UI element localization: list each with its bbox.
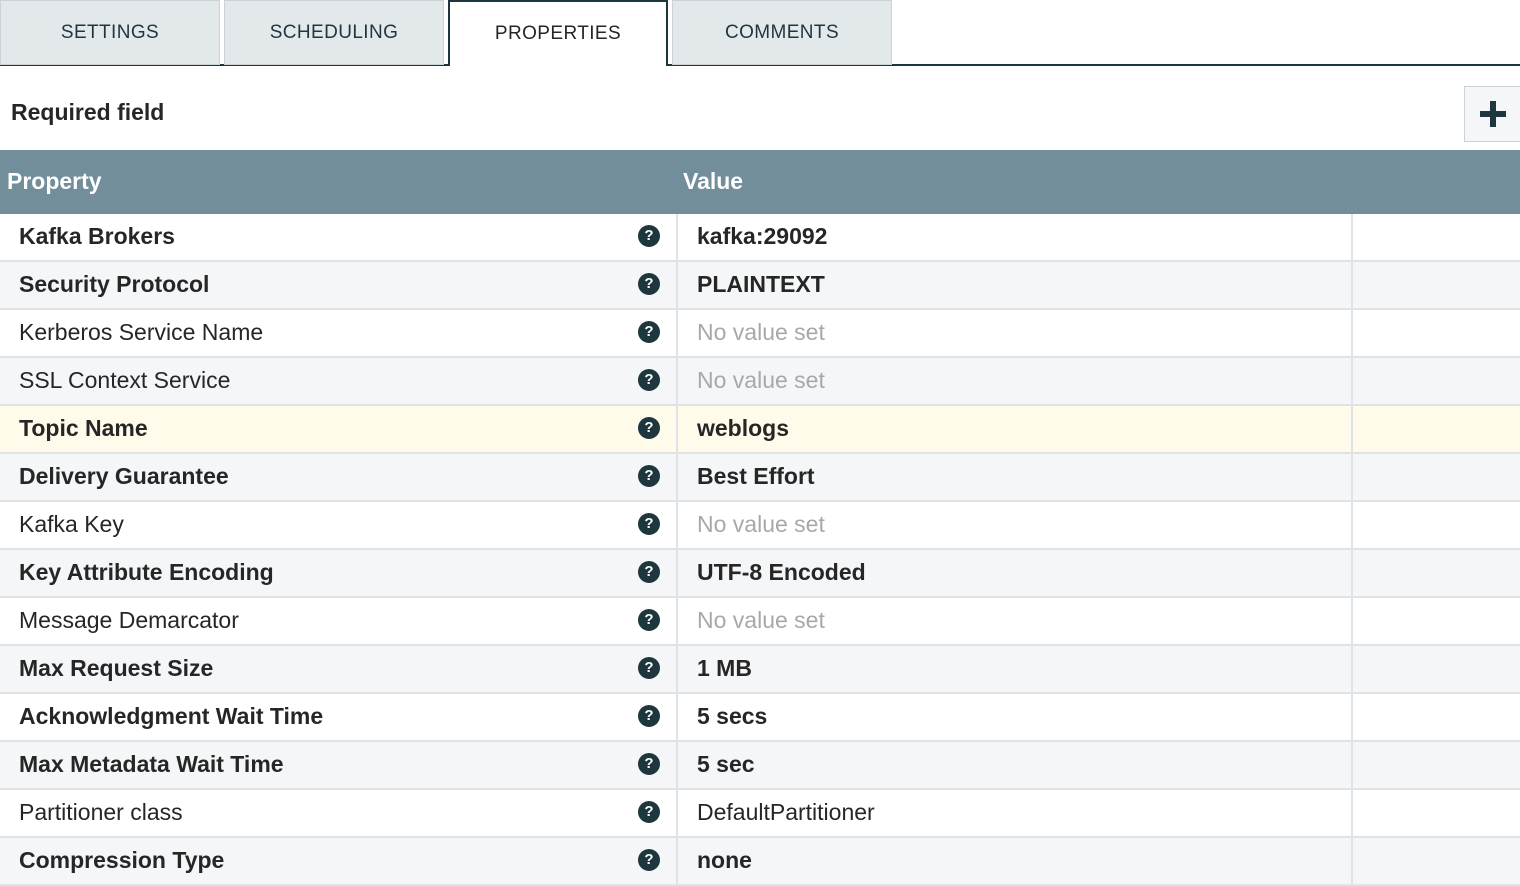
column-header-property: Property — [7, 168, 102, 194]
properties-table-header: Property Value — [0, 150, 1520, 214]
property-value[interactable]: UTF-8 Encoded — [697, 559, 866, 586]
question-circle-icon[interactable]: ? — [638, 417, 660, 439]
table-row[interactable]: Security Protocol? PLAINTEXT — [0, 262, 1520, 310]
property-name: Topic Name — [19, 415, 148, 441]
question-circle-icon[interactable]: ? — [638, 465, 660, 487]
add-property-button[interactable] — [1464, 86, 1520, 142]
column-divider — [676, 358, 678, 406]
column-divider — [676, 694, 678, 742]
column-divider — [676, 214, 678, 262]
table-row[interactable]: Delivery Guarantee? Best Effort — [0, 454, 1520, 502]
property-name: Max Metadata Wait Time — [19, 751, 284, 777]
column-divider — [1351, 310, 1353, 358]
property-name: Delivery Guarantee — [19, 463, 229, 489]
question-circle-icon[interactable]: ? — [638, 705, 660, 727]
column-divider — [1351, 646, 1353, 694]
column-divider — [676, 310, 678, 358]
column-divider — [1351, 454, 1353, 502]
column-divider — [676, 454, 678, 502]
property-value[interactable]: PLAINTEXT — [697, 271, 825, 298]
question-circle-icon[interactable]: ? — [638, 753, 660, 775]
tab-scheduling[interactable]: SCHEDULING — [224, 0, 444, 65]
tab-bar: SETTINGS SCHEDULING PROPERTIES COMMENTS — [0, 0, 1520, 66]
column-divider — [676, 646, 678, 694]
column-divider — [1351, 694, 1353, 742]
table-row[interactable]: Kafka Brokers? kafka:29092 — [0, 214, 1520, 262]
tab-comments[interactable]: COMMENTS — [672, 0, 892, 65]
property-name: SSL Context Service — [19, 367, 231, 393]
property-value[interactable]: DefaultPartitioner — [697, 799, 875, 826]
column-divider — [1351, 262, 1353, 310]
tab-properties[interactable]: PROPERTIES — [448, 0, 668, 66]
column-divider — [676, 598, 678, 646]
column-divider — [1351, 598, 1353, 646]
plus-icon — [1479, 101, 1506, 127]
question-circle-icon[interactable]: ? — [638, 369, 660, 391]
table-row[interactable]: Max Request Size? 1 MB — [0, 646, 1520, 694]
property-value[interactable]: No value set — [697, 319, 825, 346]
column-divider — [676, 790, 678, 838]
column-divider — [676, 838, 678, 886]
property-name: Kerberos Service Name — [19, 319, 264, 345]
table-row[interactable]: Message Demarcator? No value set — [0, 598, 1520, 646]
property-value[interactable]: 1 MB — [697, 655, 752, 682]
property-value[interactable]: No value set — [697, 367, 825, 394]
column-divider — [676, 742, 678, 790]
column-divider — [1351, 742, 1353, 790]
column-divider — [1351, 358, 1353, 406]
property-value[interactable]: Best Effort — [697, 463, 815, 490]
property-value[interactable]: 5 sec — [697, 751, 755, 778]
column-divider — [1351, 790, 1353, 838]
column-divider — [1351, 502, 1353, 550]
column-divider — [676, 406, 678, 454]
tab-settings[interactable]: SETTINGS — [0, 0, 220, 65]
property-name: Acknowledgment Wait Time — [19, 703, 324, 729]
property-name: Partitioner class — [19, 799, 183, 825]
property-name: Key Attribute Encoding — [19, 559, 274, 585]
property-value[interactable]: none — [697, 847, 752, 874]
column-divider — [1351, 214, 1353, 262]
property-value[interactable]: No value set — [697, 607, 825, 634]
property-value[interactable]: No value set — [697, 511, 825, 538]
property-name: Compression Type — [19, 847, 225, 873]
table-row[interactable]: Acknowledgment Wait Time? 5 secs — [0, 694, 1520, 742]
property-name: Security Protocol — [19, 271, 210, 297]
question-circle-icon[interactable]: ? — [638, 609, 660, 631]
column-divider — [1351, 550, 1353, 598]
table-row[interactable]: Compression Type? none — [0, 838, 1520, 886]
property-value[interactable]: 5 secs — [697, 703, 767, 730]
property-name: Message Demarcator — [19, 607, 239, 633]
table-row[interactable]: SSL Context Service? No value set — [0, 358, 1520, 406]
property-name: Kafka Key — [19, 511, 124, 537]
property-value[interactable]: weblogs — [697, 415, 789, 442]
required-field-label: Required field — [11, 99, 165, 125]
property-name: Kafka Brokers — [19, 223, 175, 249]
column-divider — [1351, 406, 1353, 454]
table-row[interactable]: Max Metadata Wait Time? 5 sec — [0, 742, 1520, 790]
question-circle-icon[interactable]: ? — [638, 801, 660, 823]
property-name: Max Request Size — [19, 655, 214, 681]
question-circle-icon[interactable]: ? — [638, 225, 660, 247]
column-divider — [1351, 838, 1353, 886]
properties-table-body: Kafka Brokers? kafka:29092 Security Protoc… — [0, 214, 1520, 886]
property-value[interactable]: kafka:29092 — [697, 223, 827, 250]
question-circle-icon[interactable]: ? — [638, 321, 660, 343]
table-row[interactable]: Kerberos Service Name? No value set — [0, 310, 1520, 358]
column-divider — [676, 502, 678, 550]
question-circle-icon[interactable]: ? — [638, 657, 660, 679]
question-circle-icon[interactable]: ? — [638, 513, 660, 535]
column-header-value: Value — [683, 168, 744, 194]
table-row[interactable]: Kafka Key? No value set — [0, 502, 1520, 550]
question-circle-icon[interactable]: ? — [638, 273, 660, 295]
table-row[interactable]: Key Attribute Encoding? UTF-8 Encoded — [0, 550, 1520, 598]
column-divider — [676, 262, 678, 310]
table-row[interactable]: Topic Name? weblogs — [0, 406, 1520, 454]
table-row[interactable]: Partitioner class? DefaultPartitioner — [0, 790, 1520, 838]
question-circle-icon[interactable]: ? — [638, 849, 660, 871]
question-circle-icon[interactable]: ? — [638, 561, 660, 583]
column-divider — [676, 550, 678, 598]
